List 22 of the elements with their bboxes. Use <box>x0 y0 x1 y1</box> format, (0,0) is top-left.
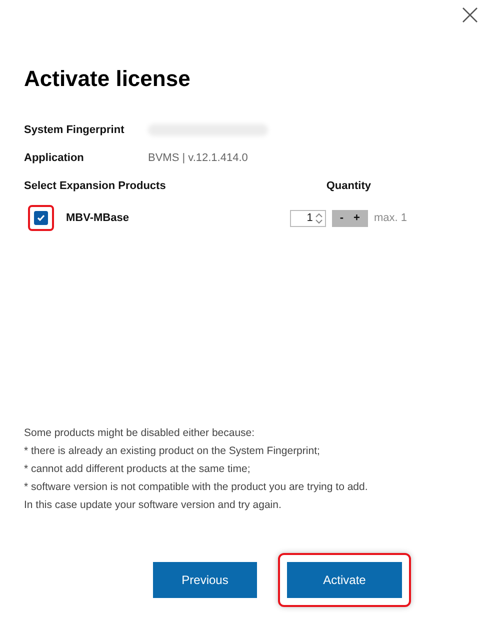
field-value: BVMS | v.12.1.414.0 <box>148 152 248 164</box>
field-label: Application <box>24 152 85 164</box>
note-text: * software version is not compatible with the product you are trying to add. <box>24 480 369 495</box>
decrement-button[interactable]: - <box>336 212 348 224</box>
note-text: In this case update your software version and try again. <box>24 498 282 513</box>
dialog-button[interactable]: Activate <box>287 562 402 598</box>
quantity-field[interactable]: 1 <box>290 210 326 226</box>
note-text: * there is already an existing product on the System Fingerprint; <box>24 444 321 459</box>
note-text: Some products might be disabled either because: <box>24 426 256 441</box>
close-icon[interactable] <box>461 6 479 24</box>
checkmark-icon <box>36 213 46 223</box>
dialog-button[interactable]: Previous <box>153 562 257 598</box>
field-label: System Fingerprint <box>24 124 126 136</box>
increment-button[interactable]: + <box>350 212 364 224</box>
dialog-title: Activate license <box>24 66 192 92</box>
checkbox[interactable] <box>34 211 48 225</box>
product-name: MBV-MBase <box>66 212 130 224</box>
section-label: Select Expansion Products <box>24 180 166 192</box>
column-header: Quantity <box>326 180 371 192</box>
spinner-arrows-icon[interactable] <box>314 212 323 224</box>
note-text: * cannot add different products at the same time; <box>24 462 252 477</box>
max-label: max. 1 <box>374 212 407 224</box>
